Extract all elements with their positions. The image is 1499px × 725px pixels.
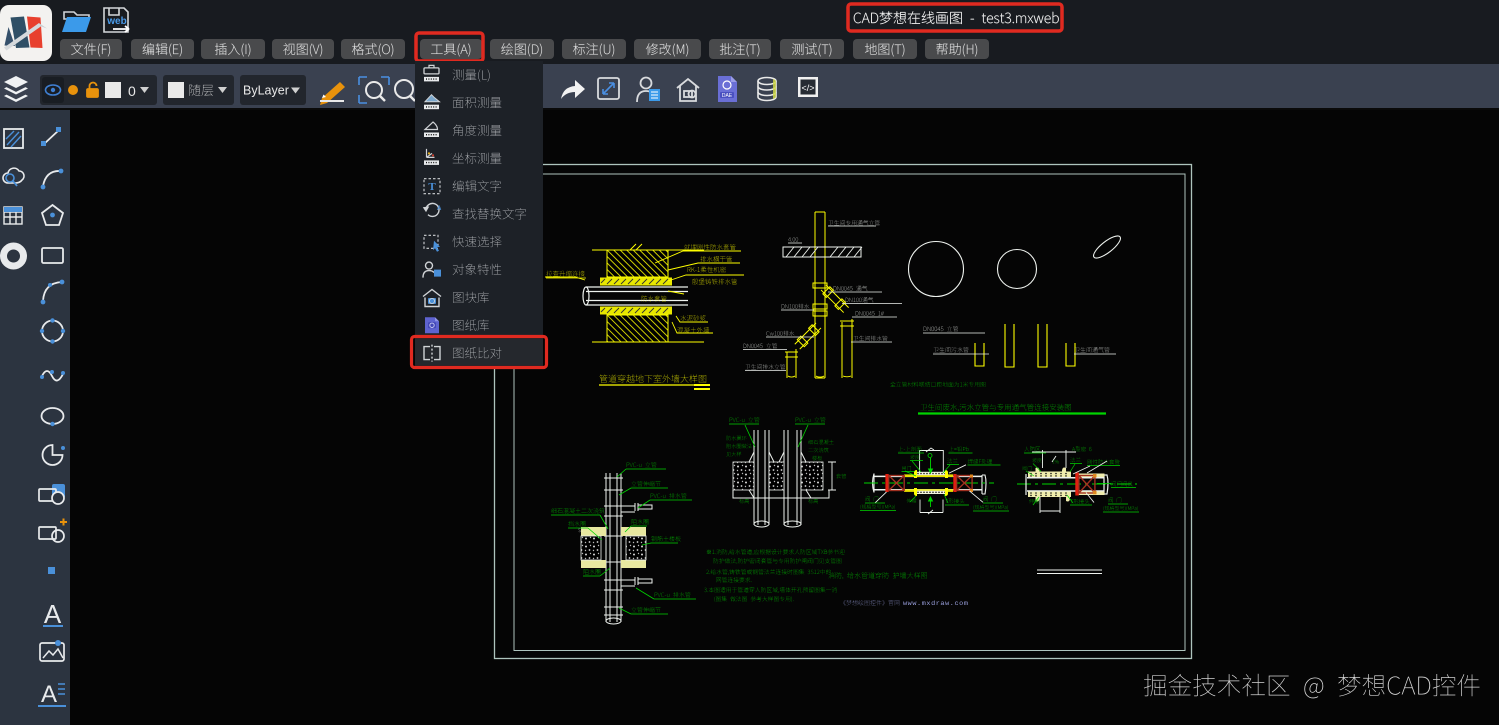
svg-text:DAE: DAE [722, 93, 733, 99]
svg-text:ByLayer: ByLayer [243, 84, 289, 98]
svg-text:0: 0 [128, 83, 136, 99]
svg-text:A: A [44, 599, 62, 629]
svg-text:A: A [41, 681, 57, 708]
svg-text:T: T [428, 181, 436, 193]
svg-text:web: web [106, 16, 126, 27]
svg-text:A: A [437, 206, 442, 212]
svg-text:www.mxdraw.com: www.mxdraw.com [903, 600, 969, 608]
svg-text:</>: </> [801, 83, 814, 93]
